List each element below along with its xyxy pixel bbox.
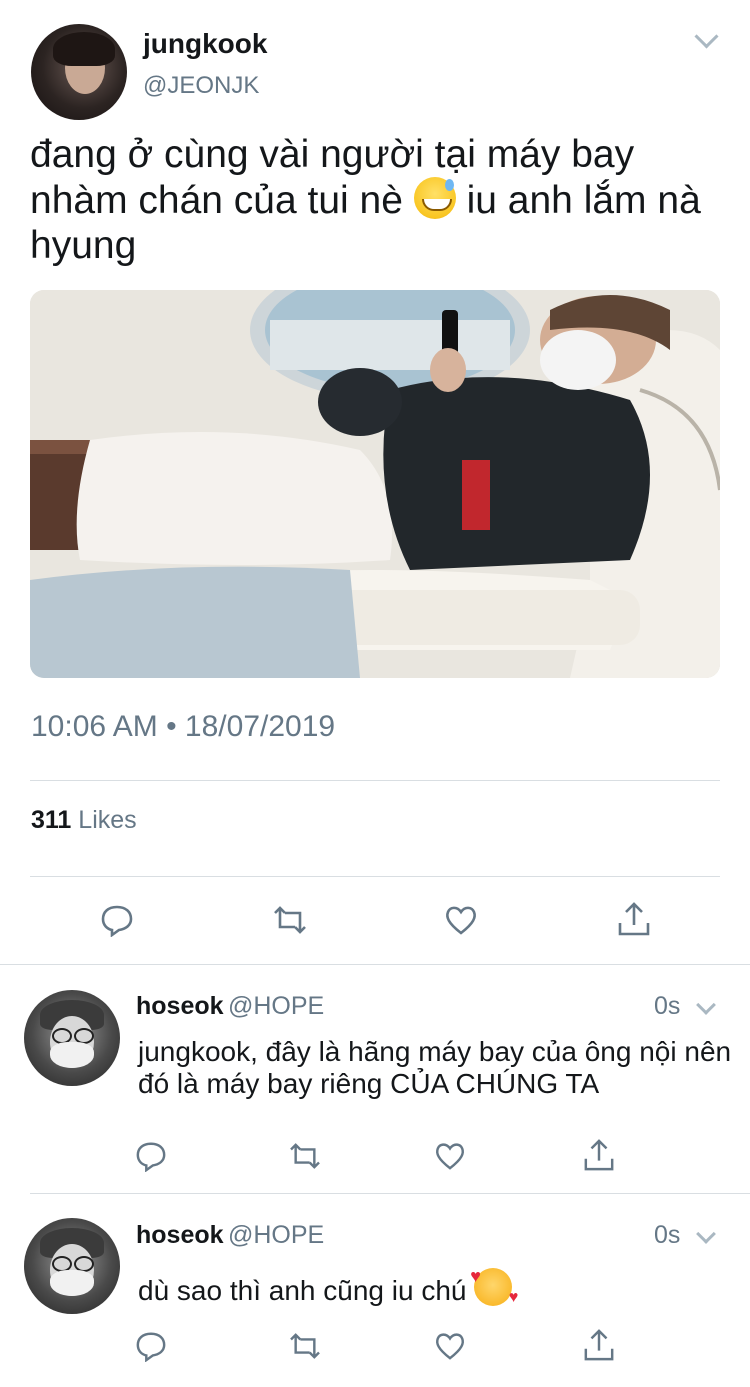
airplane-cabin-photo: [30, 290, 720, 678]
divider: [30, 1193, 750, 1194]
reply-icon[interactable]: [135, 1140, 167, 1172]
like-icon[interactable]: [434, 1141, 466, 1171]
reply-author-name[interactable]: hoseok: [136, 1221, 224, 1249]
divider: [0, 964, 750, 965]
reply-text-content: dù sao thì anh cũng iu chú: [138, 1275, 467, 1306]
share-icon[interactable]: [583, 1138, 615, 1172]
reply-icon[interactable]: [135, 1330, 167, 1362]
author-avatar[interactable]: [31, 24, 127, 120]
reply-time: 0s: [654, 1221, 681, 1249]
grinning-sweat-emoji: [413, 177, 456, 219]
reply-author-handle[interactable]: @HOPE: [228, 992, 324, 1020]
retweet-icon[interactable]: [271, 905, 309, 935]
reply-author-handle[interactable]: @HOPE: [228, 1221, 324, 1249]
share-icon[interactable]: [617, 901, 651, 937]
like-icon[interactable]: [434, 1331, 466, 1361]
likes-number: 311: [31, 806, 72, 834]
retweet-icon[interactable]: [287, 1332, 323, 1360]
reply-avatar[interactable]: [24, 1218, 120, 1314]
reply-author-name[interactable]: hoseok: [136, 992, 224, 1020]
retweet-icon[interactable]: [287, 1142, 323, 1170]
tweet-photo[interactable]: [30, 290, 720, 678]
smiling-face-with-hearts-emoji: [470, 1260, 518, 1314]
likes-label: Likes: [78, 806, 137, 834]
reply-icon[interactable]: [100, 903, 134, 937]
share-icon[interactable]: [583, 1328, 615, 1362]
chevron-down-icon[interactable]: [696, 1224, 716, 1244]
author-handle[interactable]: @JEONJK: [143, 72, 259, 100]
author-name[interactable]: jungkook: [143, 28, 267, 60]
chevron-down-icon[interactable]: [694, 24, 719, 49]
likes-count[interactable]: 311 Likes: [31, 806, 137, 835]
reply-header: hoseok @HOPE: [136, 1221, 324, 1250]
like-icon[interactable]: [444, 904, 478, 936]
reply-avatar[interactable]: [24, 990, 120, 1086]
reply-text: dù sao thì anh cũng iu chú: [138, 1260, 738, 1314]
tweet-text: đang ở cùng vài người tại máy bay nhàm c…: [30, 132, 730, 268]
reply-text: jungkook, đây là hãng máy bay của ông nộ…: [138, 1036, 732, 1099]
divider: [30, 876, 720, 877]
tweet-timestamp[interactable]: 10:06 AM • 18/07/2019: [31, 710, 335, 744]
reply-time: 0s: [654, 992, 681, 1020]
divider: [30, 780, 720, 781]
chevron-down-icon[interactable]: [696, 995, 716, 1015]
reply-header: hoseok @HOPE: [136, 992, 324, 1021]
